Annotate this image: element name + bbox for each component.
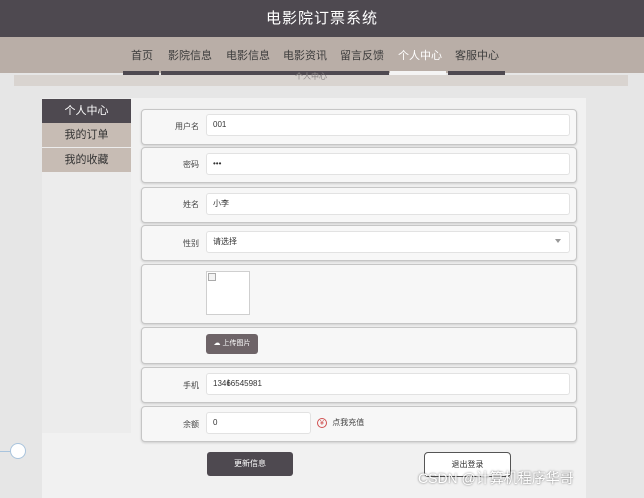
sidebar-item-my-orders[interactable]: 我的订单 bbox=[42, 123, 131, 147]
recharge-link[interactable]: ¥ 点我充值 bbox=[317, 417, 364, 428]
nav-item-feedback[interactable]: 留言反馈 bbox=[340, 47, 384, 63]
nav-item-movie-info[interactable]: 电影信息 bbox=[226, 47, 270, 63]
update-info-button[interactable]: 更新信息 bbox=[207, 452, 293, 476]
phone-label: 手机 bbox=[183, 381, 199, 390]
phone-field[interactable]: 13466545981 bbox=[206, 373, 570, 395]
sidebar-item-personal-center[interactable]: 个人中心 bbox=[42, 99, 131, 123]
recharge-label: 点我充值 bbox=[332, 418, 365, 427]
page-banner-title: 个人中心 bbox=[295, 72, 327, 81]
nav-item-home[interactable]: 首页 bbox=[131, 47, 153, 63]
yuan-icon: ¥ bbox=[317, 417, 327, 428]
broken-image-icon bbox=[208, 273, 216, 281]
avatar-image bbox=[206, 271, 250, 315]
name-field[interactable]: 小李 bbox=[206, 193, 570, 215]
nav-item-personal-center[interactable]: 个人中心 bbox=[398, 47, 442, 63]
watermark: CSDN @计算机程序华哥 bbox=[418, 470, 574, 486]
gender-label: 性别 bbox=[183, 239, 199, 248]
upload-label: 上传图片 bbox=[222, 340, 251, 347]
nav-item-customer-service[interactable]: 客服中心 bbox=[455, 47, 499, 63]
name-label: 姓名 bbox=[183, 200, 199, 209]
password-label: 密码 bbox=[183, 160, 199, 169]
username-label: 用户名 bbox=[175, 122, 199, 131]
slider-handle[interactable] bbox=[10, 443, 26, 459]
app-title: 电影院订票系统 bbox=[0, 0, 644, 37]
cloud-upload-icon: ☁ bbox=[213, 340, 221, 347]
text-cursor-icon: I bbox=[227, 378, 230, 388]
username-field[interactable]: 001 bbox=[206, 114, 570, 136]
sidebar-item-my-favorites[interactable]: 我的收藏 bbox=[42, 148, 131, 172]
balance-label: 余额 bbox=[183, 420, 199, 429]
upload-image-button[interactable]: ☁ 上传图片 bbox=[206, 334, 258, 354]
gender-select[interactable]: 请选择 bbox=[206, 231, 570, 253]
chevron-down-icon bbox=[555, 239, 561, 243]
gender-selected-value: 请选择 bbox=[213, 237, 237, 246]
balance-field[interactable]: 0 bbox=[206, 412, 311, 434]
nav-item-movie-news[interactable]: 电影资讯 bbox=[283, 47, 327, 63]
password-field[interactable]: ••• bbox=[206, 153, 570, 175]
main-nav: 首页 影院信息 电影信息 电影资讯 留言反馈 个人中心 客服中心 bbox=[0, 37, 644, 73]
nav-item-cinema-info[interactable]: 影院信息 bbox=[168, 47, 212, 63]
